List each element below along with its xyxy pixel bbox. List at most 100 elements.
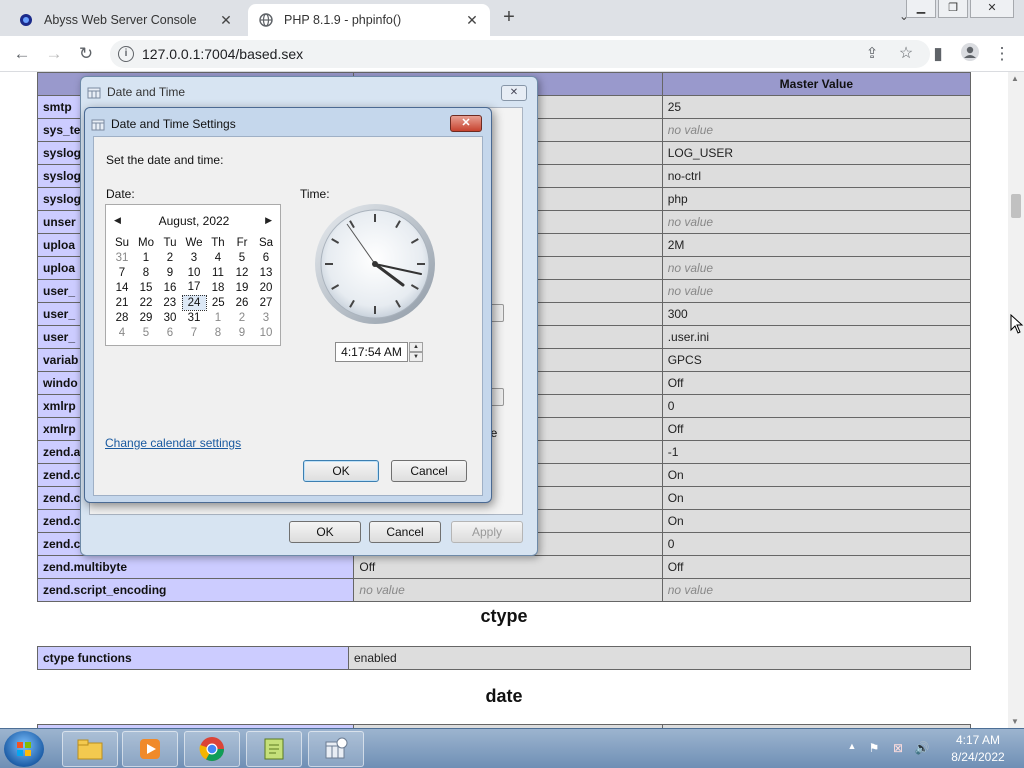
url-text[interactable]: 127.0.0.1:7004/based.sex <box>142 46 303 62</box>
ok-button[interactable]: OK <box>303 460 379 482</box>
site-info-icon[interactable]: i <box>118 46 134 62</box>
master-value: Off <box>661 371 972 395</box>
time-input[interactable]: 4:17:54 AM <box>335 342 408 362</box>
taskbar-notepadpp[interactable] <box>246 731 302 767</box>
calendar-day[interactable]: 14 <box>110 280 134 295</box>
calendar-day[interactable]: 2 <box>230 310 254 325</box>
next-month-icon[interactable]: ▶ <box>265 215 272 226</box>
taskbar-chrome[interactable] <box>184 731 240 767</box>
page-scrollbar[interactable]: ▲ ▼ <box>1008 72 1024 728</box>
calendar-day[interactable]: 16 <box>158 280 182 295</box>
calendar-day[interactable]: 31 <box>110 250 134 265</box>
calendar-day[interactable]: 15 <box>134 280 158 295</box>
calendar-day[interactable]: 7 <box>182 325 206 340</box>
network-icon[interactable]: ⊠ <box>890 741 906 757</box>
calendar-day[interactable]: 11 <box>206 265 230 280</box>
tab-abyss-console[interactable]: Abyss Web Server Console ✕ <box>8 4 244 36</box>
calendar-day[interactable]: 25 <box>206 295 230 310</box>
calendar-day[interactable]: 21 <box>110 295 134 310</box>
calendar-day[interactable]: 19 <box>230 280 254 295</box>
calendar-day[interactable]: 18 <box>206 280 230 295</box>
calendar-day[interactable]: 9 <box>158 265 182 280</box>
calendar-day[interactable]: 8 <box>134 265 158 280</box>
scroll-up-icon[interactable]: ▲ <box>1011 74 1019 83</box>
address-bar[interactable]: i 127.0.0.1:7004/based.sex ⇪ ☆ <box>110 40 930 68</box>
cancel-button[interactable]: Cancel <box>391 460 467 482</box>
scroll-down-icon[interactable]: ▼ <box>1011 717 1019 726</box>
calendar-day[interactable]: 1 <box>134 250 158 265</box>
calendar-day[interactable]: 30 <box>158 310 182 325</box>
spin-up-icon[interactable]: ▲ <box>409 342 423 352</box>
taskbar-media-player[interactable] <box>122 731 178 767</box>
calendar-day[interactable]: 26 <box>230 295 254 310</box>
calendar-day[interactable]: 9 <box>230 325 254 340</box>
restore-button[interactable]: ❐ <box>938 0 968 18</box>
calendar-day[interactable]: 10 <box>254 325 278 340</box>
profile-avatar-icon[interactable] <box>958 42 982 66</box>
start-button[interactable] <box>4 731 44 767</box>
time-spinner[interactable]: ▲ ▼ <box>409 342 423 362</box>
master-value: no value <box>661 256 972 280</box>
bookmark-star-icon[interactable]: ☆ <box>896 43 916 63</box>
calendar-day[interactable]: 7 <box>110 265 134 280</box>
calendar-day[interactable]: 24 <box>181 294 207 311</box>
close-window-button[interactable]: ✕ <box>970 0 1014 18</box>
close-icon[interactable]: ✕ <box>501 85 527 101</box>
calendar-day[interactable]: 20 <box>254 280 278 295</box>
calendar-day[interactable]: 10 <box>182 265 206 280</box>
change-calendar-settings-link[interactable]: Change calendar settings <box>105 436 241 450</box>
action-center-icon[interactable]: ⚑ <box>866 741 882 757</box>
weekday-header: Tu <box>163 236 177 249</box>
forward-arrow-icon[interactable]: → <box>42 42 66 66</box>
new-tab-button[interactable]: + <box>498 7 520 29</box>
calendar-day[interactable]: 4 <box>110 325 134 340</box>
tab-close-icon[interactable]: ✕ <box>218 12 234 28</box>
tab-close-icon[interactable]: ✕ <box>464 12 480 28</box>
volume-icon[interactable]: 🔊 <box>914 741 930 757</box>
scroll-thumb[interactable] <box>1011 194 1021 218</box>
local-value: Off <box>353 555 663 579</box>
calendar-day[interactable]: 12 <box>230 265 254 280</box>
calendar-day[interactable]: 29 <box>134 310 158 325</box>
tab-phpinfo[interactable]: PHP 8.1.9 - phpinfo() ✕ <box>248 4 490 36</box>
abyss-favicon-icon <box>18 12 34 28</box>
calendar-day[interactable]: 23 <box>158 295 182 310</box>
minimize-button[interactable]: ▁ <box>906 0 936 18</box>
calendar-day[interactable]: 1 <box>206 310 230 325</box>
calendar-day[interactable]: 22 <box>134 295 158 310</box>
show-hidden-icons-icon[interactable]: ▲ <box>844 741 860 757</box>
taskbar-date-time[interactable] <box>308 731 364 767</box>
share-icon[interactable]: ⇪ <box>862 44 882 62</box>
calendar-day[interactable]: 8 <box>206 325 230 340</box>
calendar-day[interactable]: 6 <box>254 250 278 265</box>
close-icon[interactable]: ✕ <box>450 115 482 132</box>
calendar-day[interactable]: 17 <box>182 280 206 295</box>
calendar-month-title[interactable]: August, 2022 <box>106 214 282 228</box>
windows-logo-icon <box>17 742 31 756</box>
calendar-day[interactable]: 6 <box>158 325 182 340</box>
calendar-day[interactable]: 13 <box>254 265 278 280</box>
date-time-settings-dialog: Date and Time Settings ✕ Set the date an… <box>84 107 492 503</box>
calendar-day[interactable]: 28 <box>110 310 134 325</box>
calendar-day[interactable]: 31 <box>182 310 206 325</box>
calendar-grid: Su Mo Tu We Th Fr Sa 31 1 2 3 4 5 6 7 8 9 10 11 12 13 14 15 16 1… <box>110 235 278 340</box>
master-value: Off <box>661 555 972 579</box>
menu-kebab-icon[interactable]: ⋮ <box>990 42 1014 66</box>
calendar-day[interactable]: 2 <box>158 250 182 265</box>
back-arrow-icon[interactable]: ← <box>10 42 34 66</box>
calendar-day[interactable]: 5 <box>134 325 158 340</box>
calendar-day[interactable]: 3 <box>254 310 278 325</box>
apply-button[interactable]: Apply <box>451 521 523 543</box>
calendar-day[interactable]: 4 <box>206 250 230 265</box>
taskbar-explorer[interactable] <box>62 731 118 767</box>
cancel-button[interactable]: Cancel <box>369 521 441 543</box>
reload-icon[interactable]: ↻ <box>74 42 98 66</box>
sidebar-icon[interactable]: ▮ <box>926 42 950 66</box>
master-value: 0 <box>661 394 972 418</box>
taskbar-clock[interactable]: 4:17 AM 8/24/2022 <box>940 732 1016 766</box>
calendar-day[interactable]: 5 <box>230 250 254 265</box>
ok-button[interactable]: OK <box>289 521 361 543</box>
calendar-day[interactable]: 27 <box>254 295 278 310</box>
calendar-day[interactable]: 3 <box>182 250 206 265</box>
spin-down-icon[interactable]: ▼ <box>409 352 423 362</box>
